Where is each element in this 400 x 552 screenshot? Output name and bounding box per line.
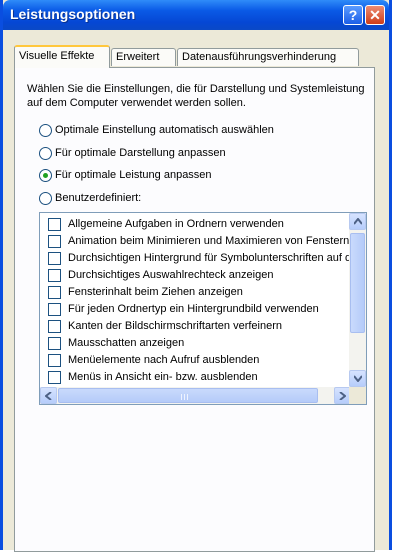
list-item[interactable]: Allgemeine Aufgaben in Ordnern verwenden	[40, 217, 350, 233]
list-item[interactable]: Kanten der Bildschirmschriftarten verfei…	[40, 319, 350, 335]
checkbox[interactable]	[48, 320, 61, 333]
radio-label: Optimale Einstellung automatisch auswähl…	[55, 124, 274, 136]
list-item[interactable]: Animation beim Minimieren und Maximieren…	[40, 234, 350, 250]
close-button[interactable]: ✕	[365, 5, 385, 25]
radio-label: Benutzerdefiniert:	[55, 192, 142, 204]
visual-effects-list[interactable]: Allgemeine Aufgaben in Ordnern verwenden…	[39, 212, 367, 405]
window-title: Leistungsoptionen	[10, 6, 136, 22]
radio-label: Für optimale Darstellung anpassen	[55, 147, 226, 159]
checkbox[interactable]	[48, 371, 61, 384]
list-item-label: Menüs in Ansicht ein- bzw. ausblenden	[68, 371, 258, 383]
list-item[interactable]: Durchsichtiges Auswahlrechteck anzeigen	[40, 268, 350, 284]
horizontal-scrollbar[interactable]	[40, 387, 351, 404]
checkbox[interactable]	[48, 235, 61, 248]
chevron-right-icon	[339, 392, 346, 400]
list-item[interactable]: Fensterinhalt beim Ziehen anzeigen	[40, 285, 350, 301]
chevron-left-icon	[45, 392, 52, 400]
thumb-grip	[187, 394, 188, 400]
vertical-scrollbar[interactable]	[349, 213, 366, 387]
checkbox[interactable]	[48, 354, 61, 367]
help-button[interactable]: ?	[343, 5, 363, 25]
list-item-label: Mausschatten anzeigen	[68, 337, 185, 349]
list-item-label: Animation beim Minimieren und Maximieren…	[68, 235, 350, 247]
checkbox[interactable]	[48, 252, 61, 265]
thumb-grip	[184, 394, 185, 400]
tab-visual-effects[interactable]: Visuelle Effekte	[14, 45, 110, 68]
chevron-down-icon	[354, 375, 362, 382]
list-item-label: Menüelemente nach Aufruf ausblenden	[68, 354, 260, 366]
radio-button[interactable]	[39, 192, 52, 205]
description-text: Wählen Sie die Einstellungen, die für Da…	[27, 83, 365, 109]
list-item-label: Durchsichtigen Hintergrund für Symbolunt…	[68, 252, 350, 264]
vertical-scroll-thumb[interactable]	[350, 233, 365, 333]
list-item[interactable]: Mausschatten anzeigen	[40, 336, 350, 352]
radio-button[interactable]	[39, 124, 52, 137]
scrollbar-corner	[349, 387, 366, 404]
list-item-label: Kanten der Bildschirmschriftarten verfei…	[68, 320, 282, 332]
scroll-down-button[interactable]	[349, 370, 366, 387]
chevron-up-icon	[354, 218, 362, 225]
list-item[interactable]: Menüelemente nach Aufruf ausblenden	[40, 353, 350, 369]
thumb-grip	[181, 394, 182, 400]
scroll-up-button[interactable]	[349, 213, 366, 230]
scroll-left-button[interactable]	[40, 387, 57, 404]
list-item[interactable]: Für jeden Ordnertyp ein Hintergrundbild …	[40, 302, 350, 318]
checkbox[interactable]	[48, 337, 61, 350]
checkbox[interactable]	[48, 269, 61, 282]
checkbox[interactable]	[48, 286, 61, 299]
radio-button[interactable]	[39, 147, 52, 160]
list-item-label: Durchsichtiges Auswahlrechteck anzeigen	[68, 269, 274, 281]
tab-data-execution-prevention[interactable]: Datenausführungsverhinderung	[177, 48, 359, 66]
checkbox[interactable]	[48, 218, 61, 231]
checkbox[interactable]	[48, 303, 61, 316]
radio-label: Für optimale Leistung anpassen	[55, 169, 212, 181]
list-item-label: Für jeden Ordnertyp ein Hintergrundbild …	[68, 303, 319, 315]
list-item-label: Allgemeine Aufgaben in Ordnern verwenden	[68, 218, 284, 230]
performance-options-window: Leistungsoptionen ? ✕ Visuelle Effekte E…	[0, 0, 392, 552]
horizontal-scroll-thumb[interactable]	[58, 388, 318, 403]
list-item[interactable]: Durchsichtigen Hintergrund für Symbolunt…	[40, 251, 350, 267]
title-bar[interactable]: Leistungsoptionen ? ✕	[3, 0, 389, 30]
tab-advanced[interactable]: Erweitert	[111, 48, 176, 66]
list-item[interactable]: Menüs in Ansicht ein- bzw. ausblenden	[40, 370, 350, 386]
radio-button-selected[interactable]	[39, 169, 52, 182]
list-item-label: Fensterinhalt beim Ziehen anzeigen	[68, 286, 243, 298]
